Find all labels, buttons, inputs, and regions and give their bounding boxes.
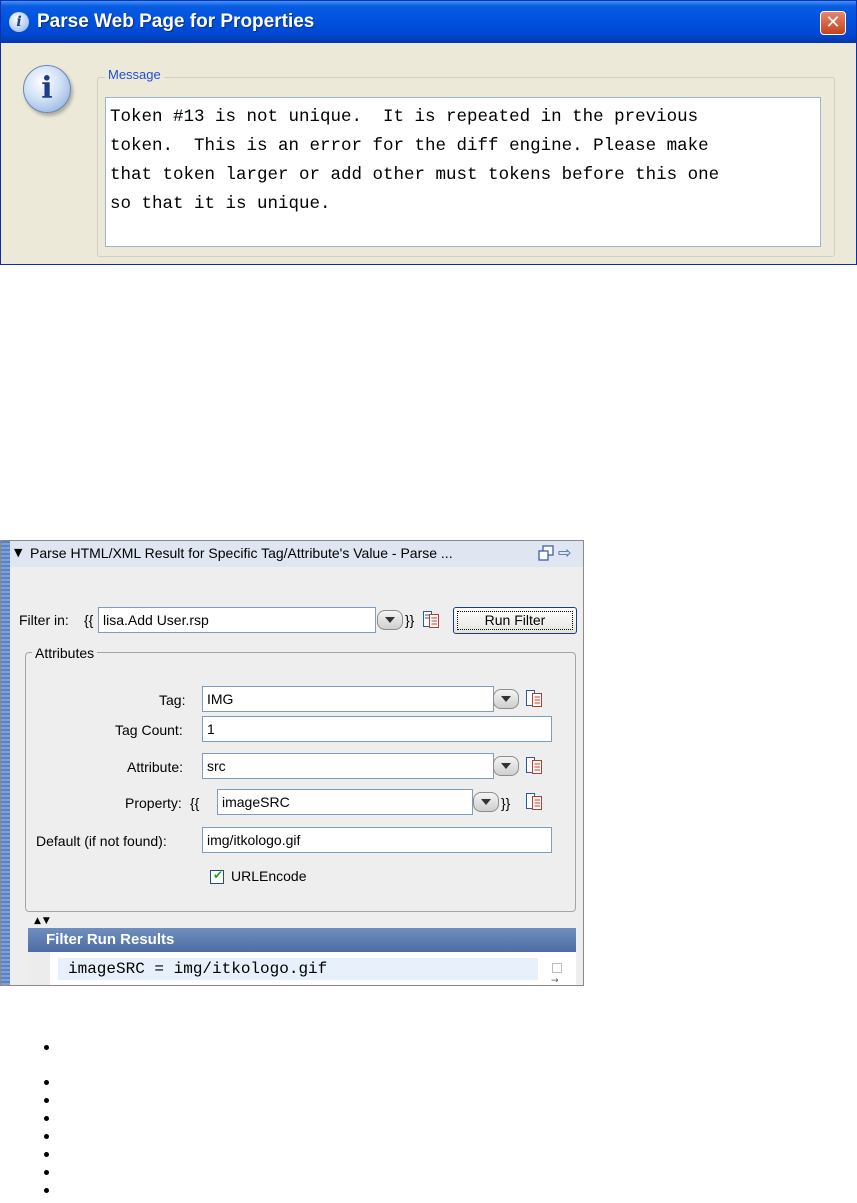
splitter-handle[interactable]: ▲▼ <box>34 916 52 926</box>
property-field[interactable]: imageSRC <box>217 789 473 815</box>
attribute-label: Attribute: <box>127 759 184 775</box>
list-bullet <box>44 1098 49 1103</box>
attribute-properties-icon[interactable] <box>526 757 542 774</box>
dialog-title-bar[interactable]: i Parse Web Page for Properties ✕ <box>1 1 856 43</box>
results-arrow-icon: → <box>551 976 559 986</box>
tag-count-field[interactable]: 1 <box>202 716 552 742</box>
message-dialog: i Parse Web Page for Properties ✕ i Mess… <box>0 0 857 265</box>
default-label: Default (if not found): <box>36 833 167 849</box>
float-window-icon[interactable] <box>538 545 554 561</box>
property-properties-icon[interactable] <box>526 793 542 810</box>
run-filter-label: Run Filter <box>484 612 546 628</box>
urlencode-label: URLEncode <box>231 868 307 884</box>
panel-drag-strip[interactable] <box>1 541 10 985</box>
dialog-title: Parse Web Page for Properties <box>37 11 315 32</box>
information-icon: i <box>23 65 71 113</box>
list-bullet <box>44 1188 49 1193</box>
property-close-brace: }} <box>501 795 511 811</box>
list-bullet <box>44 1045 49 1050</box>
list-bullet <box>44 1080 49 1085</box>
dock-arrow-icon[interactable]: ⇨ <box>558 543 571 562</box>
tag-label: Tag: <box>159 692 186 708</box>
open-brace: {{ <box>84 612 94 628</box>
list-bullet <box>44 1116 49 1121</box>
results-marker <box>552 963 562 973</box>
close-button[interactable]: ✕ <box>820 11 846 35</box>
close-brace: }} <box>405 612 415 628</box>
attribute-dropdown[interactable] <box>493 756 519 776</box>
attributes-legend: Attributes <box>32 645 98 661</box>
property-label: Property: <box>125 795 182 811</box>
results-header: Filter Run Results <box>28 928 576 952</box>
tag-count-label: Tag Count: <box>115 722 183 738</box>
panel-title: Parse HTML/XML Result for Specific Tag/A… <box>30 545 453 561</box>
info-icon: i <box>9 12 29 32</box>
message-legend: Message <box>105 67 164 82</box>
run-filter-button[interactable]: Run Filter <box>453 607 577 634</box>
filter-in-field[interactable]: lisa.Add User.rsp <box>98 607 376 633</box>
urlencode-checkbox[interactable]: ✔ <box>210 868 224 884</box>
results-text: imageSRC = img/itkologo.gif <box>68 960 328 978</box>
list-bullet <box>44 1170 49 1175</box>
filter-in-dropdown[interactable] <box>377 610 403 630</box>
tag-dropdown[interactable] <box>493 689 519 709</box>
results-title: Filter Run Results <box>46 931 175 948</box>
panel-header[interactable]: ▼ Parse HTML/XML Result for Specific Tag… <box>10 541 583 567</box>
property-open-brace: {{ <box>190 795 200 811</box>
list-bullet <box>44 1152 49 1157</box>
property-dropdown[interactable] <box>473 792 499 812</box>
message-text: Token #13 is not unique. It is repeated … <box>105 97 821 247</box>
attribute-field[interactable]: src <box>202 753 494 779</box>
collapse-icon[interactable]: ▼ <box>14 546 22 559</box>
default-field[interactable]: img/itkologo.gif <box>202 827 552 853</box>
tag-properties-icon[interactable] <box>526 690 542 707</box>
panel-body: Filter in: {{ lisa.Add User.rsp }} Run F… <box>10 567 583 986</box>
filter-in-label: Filter in: <box>19 612 69 628</box>
results-gutter <box>28 952 50 985</box>
tag-field[interactable]: IMG <box>202 686 494 712</box>
list-bullet <box>44 1134 49 1139</box>
properties-icon[interactable] <box>423 611 439 628</box>
parse-filter-panel: ▼ Parse HTML/XML Result for Specific Tag… <box>0 540 584 986</box>
